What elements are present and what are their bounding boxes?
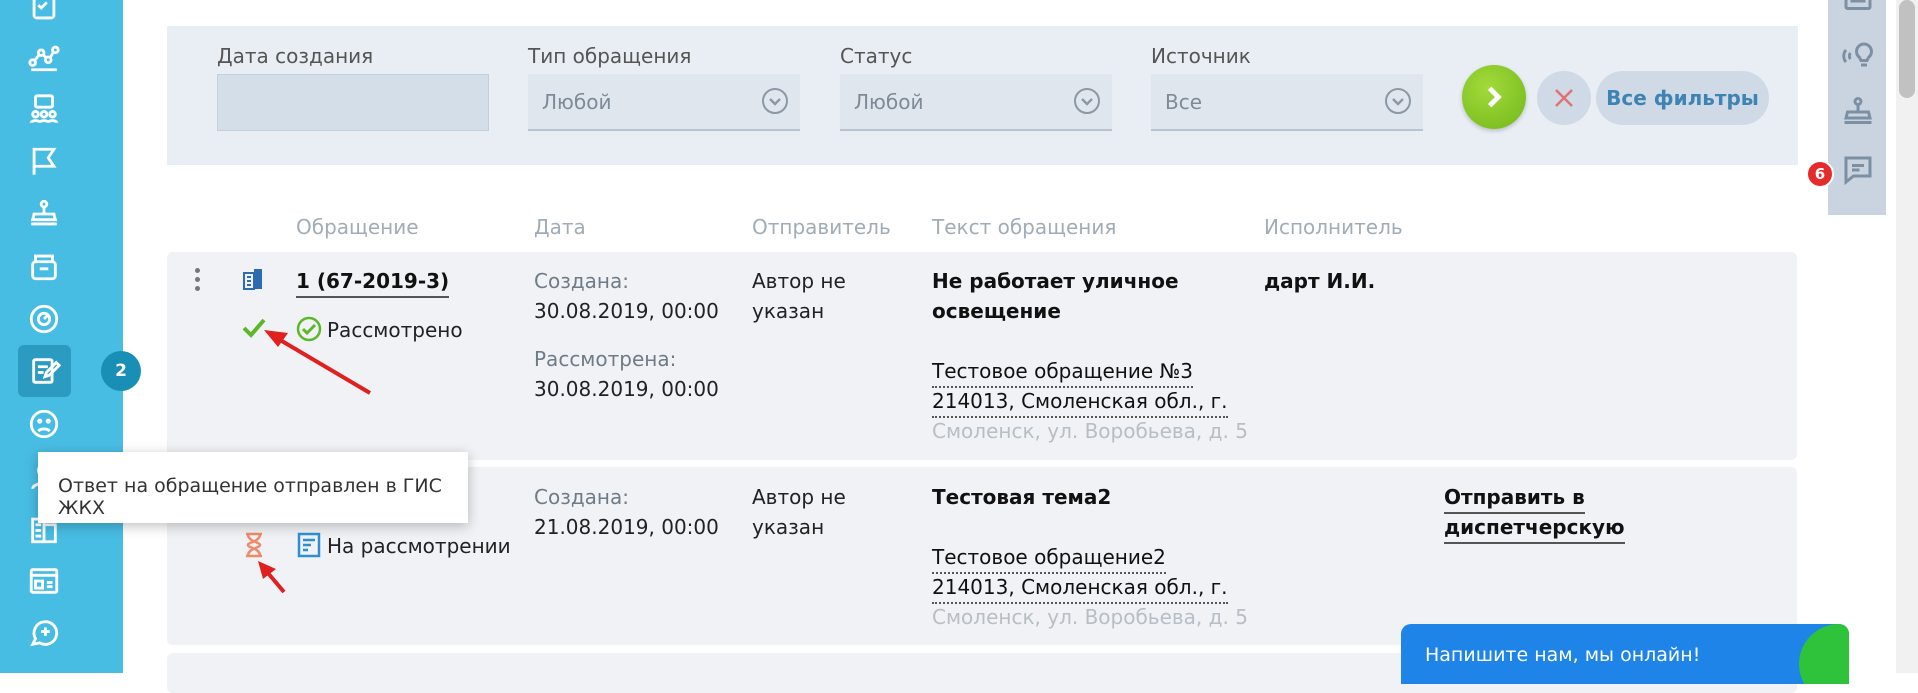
request-address-line2: Смоленск, ул. Воробьева, д. 5 <box>932 605 1248 629</box>
broadcast-bulb-icon[interactable] <box>1840 38 1876 74</box>
date-created-field[interactable] <box>217 74 489 131</box>
chevron-down-icon <box>1385 88 1411 114</box>
column-header-text[interactable]: Текст обращения <box>932 215 1116 239</box>
filter-type-label: Тип обращения <box>528 44 692 68</box>
created-date: 30.08.2019, 00:00 <box>534 299 719 323</box>
filter-source-label: Источник <box>1151 44 1251 68</box>
clear-filters-button[interactable] <box>1537 71 1591 125</box>
annotation-arrow <box>258 561 286 594</box>
status-review-icon <box>297 532 321 558</box>
column-header-date[interactable]: Дата <box>534 215 586 239</box>
flag-icon[interactable] <box>24 142 64 182</box>
request-subject-link[interactable]: Тестовое обращение №3 <box>932 356 1194 388</box>
chat-plus-icon[interactable] <box>24 613 64 653</box>
chevron-right-icon <box>1487 86 1502 108</box>
chevron-down-icon <box>1074 88 1100 114</box>
id-card-icon[interactable] <box>24 561 64 601</box>
column-header-executor[interactable]: Исполнитель <box>1264 215 1403 239</box>
column-header-request[interactable]: Обращение <box>296 215 419 239</box>
request-type-value: Любой <box>542 90 612 114</box>
reviewed-label: Рассмотрена: <box>534 347 677 371</box>
sender-text-2: указан <box>752 299 825 323</box>
reviewed-date: 30.08.2019, 00:00 <box>534 377 719 401</box>
request-subject-link[interactable]: Тестовое обращение2 <box>932 542 1166 574</box>
status-value: Любой <box>854 90 924 114</box>
chat-bubble-icon[interactable] <box>1840 152 1876 188</box>
edit-document-icon[interactable] <box>18 345 71 397</box>
executor-name: дарт И.И. <box>1264 269 1376 293</box>
people-board-icon[interactable] <box>24 90 64 130</box>
send-to-dispatch-link-2[interactable]: диспетчерскую <box>1444 512 1625 544</box>
request-title-2: освещение <box>932 299 1061 323</box>
inbox-tray-icon[interactable] <box>24 194 64 234</box>
sender-text: Автор не <box>752 269 846 293</box>
archive-box-icon[interactable] <box>24 246 64 286</box>
status-select[interactable]: Любой <box>840 74 1112 131</box>
gauge-icon[interactable] <box>24 299 64 339</box>
chevron-down-icon <box>762 88 788 114</box>
created-label: Создана: <box>534 269 629 293</box>
column-header-sender[interactable]: Отправитель <box>752 215 891 239</box>
annotation-arrow <box>264 330 372 395</box>
filter-status-label: Статус <box>840 44 913 68</box>
inbox-tray-icon[interactable] <box>1840 94 1876 130</box>
checklist-icon[interactable] <box>24 0 64 28</box>
scrollbar-thumb[interactable] <box>1899 0 1915 98</box>
online-chat-widget[interactable]: Напишите нам, мы онлайн! <box>1401 624 1849 684</box>
main-sidebar: 2 <box>0 0 141 673</box>
row-status-text: На рассмотрении <box>327 534 511 558</box>
building-icon <box>243 269 262 290</box>
request-address-link[interactable]: 214013, Смоленская обл., г. <box>932 386 1228 418</box>
request-address-line2: Смоленск, ул. Воробьева, д. 5 <box>932 419 1248 443</box>
request-number-link[interactable]: 1 (67-2019-3) <box>296 266 450 298</box>
row-menu-icon[interactable] <box>195 268 201 295</box>
created-date: 21.08.2019, 00:00 <box>534 515 719 539</box>
messages-badge: 6 <box>1806 160 1834 188</box>
page-scrollbar[interactable] <box>1896 0 1918 673</box>
hourglass-icon <box>246 532 262 558</box>
created-label: Создана: <box>534 485 629 509</box>
sidebar-notification-badge: 2 <box>101 351 141 391</box>
close-icon <box>1555 89 1573 107</box>
source-select[interactable]: Все <box>1151 74 1423 131</box>
send-to-dispatch-link[interactable]: Отправить в <box>1444 482 1585 514</box>
request-title: Не работает уличное <box>932 269 1179 293</box>
apply-filters-button[interactable] <box>1462 65 1526 129</box>
source-value: Все <box>1165 90 1203 114</box>
sender-text: Автор не <box>752 485 846 509</box>
chat-widget-label: Напишите нам, мы онлайн! <box>1425 644 1701 666</box>
right-toolbar <box>1828 0 1886 215</box>
filter-date-label: Дата создания <box>217 44 374 68</box>
chart-network-icon[interactable] <box>24 37 64 77</box>
chat-status-indicator <box>1799 624 1849 684</box>
request-type-select[interactable]: Любой <box>528 74 800 131</box>
request-address-link[interactable]: 214013, Смоленская обл., г. <box>932 572 1228 604</box>
request-title: Тестовая тема2 <box>932 485 1112 509</box>
card-icon[interactable] <box>1840 0 1876 22</box>
all-filters-button[interactable]: Все фильтры <box>1596 71 1769 125</box>
tooltip: Ответ на обращение отправлен в ГИС ЖКХ <box>38 452 468 523</box>
sad-face-icon[interactable] <box>24 404 64 444</box>
sender-text-2: указан <box>752 515 825 539</box>
